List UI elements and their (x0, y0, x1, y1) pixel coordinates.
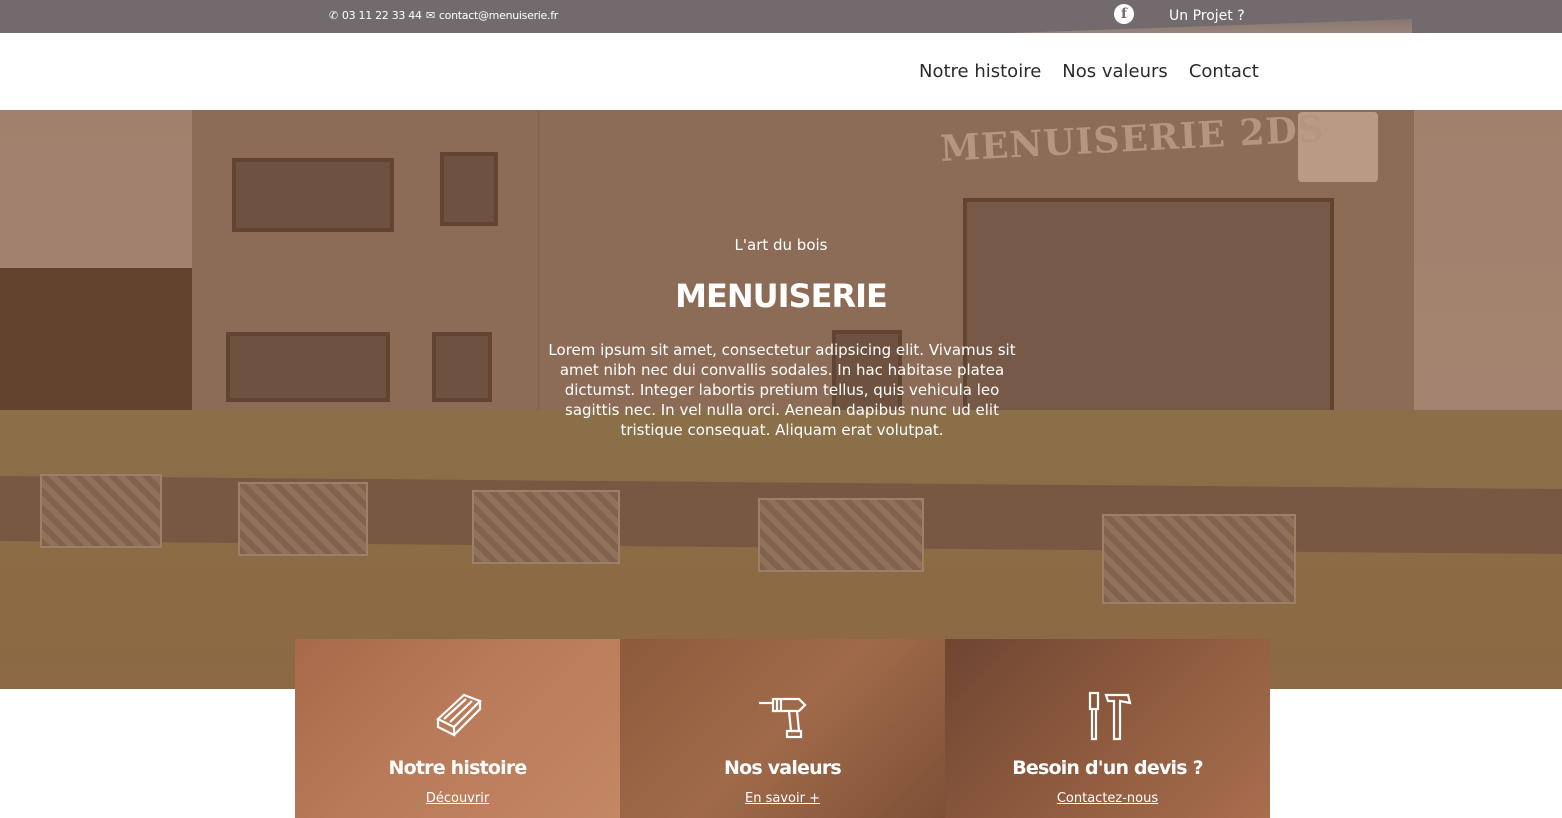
facebook-icon[interactable]: f (1114, 4, 1134, 24)
card-notre-histoire[interactable]: Notre histoire Découvrir (295, 639, 620, 818)
hero-description: Lorem ipsum sit amet, consectetur adipsi… (548, 341, 1016, 439)
project-link[interactable]: Un Projet ? (1169, 8, 1245, 24)
card-besoin-devis[interactable]: Besoin d'un devis ? Contactez-nous (945, 639, 1270, 818)
card-title: Notre histoire (388, 757, 528, 779)
card-link-en-savoir[interactable]: En savoir + (620, 791, 945, 806)
card-link-decouvrir[interactable]: Découvrir (295, 791, 620, 806)
card-title: Nos valeurs (724, 757, 842, 779)
nav-item-notre-histoire[interactable]: Notre histoire (919, 61, 1041, 82)
tools-icon (1088, 691, 1131, 741)
hero-section: MENUISERIE 2DS L'art du bois MENUISERIE … (0, 110, 1562, 689)
hero-tagline: L'art du bois (734, 236, 828, 254)
card-title: Besoin d'un devis ? (1012, 757, 1203, 779)
card-link-contactez-nous[interactable]: Contactez-nous (945, 791, 1270, 806)
drill-icon (758, 697, 807, 739)
email-address: contact@menuiserie.fr (438, 9, 559, 22)
phone-number: 03 11 22 33 44 (341, 9, 422, 22)
phone-icon: ✆ (329, 9, 338, 22)
nav-item-contact[interactable]: Contact (1189, 61, 1259, 82)
wood-planks-icon (435, 693, 482, 737)
hero-title: MENUISERIE (675, 277, 888, 315)
feature-cards: Notre histoire Découvrir Nos valeurs En … (295, 639, 1270, 818)
phone-contact[interactable]: ✆ 03 11 22 33 44 (329, 9, 422, 22)
mail-icon: ✉ (426, 9, 435, 22)
nav-item-nos-valeurs[interactable]: Nos valeurs (1062, 61, 1168, 82)
nav-menu: Notre histoire Nos valeurs Contact (919, 61, 1259, 82)
email-contact[interactable]: ✉ contact@menuiserie.fr (426, 9, 558, 22)
main-navigation: Notre histoire Nos valeurs Contact (0, 33, 1562, 110)
top-bar: ✆ 03 11 22 33 44 ✉ contact@menuiserie.fr… (0, 0, 1562, 33)
card-nos-valeurs[interactable]: Nos valeurs En savoir + (620, 639, 945, 818)
